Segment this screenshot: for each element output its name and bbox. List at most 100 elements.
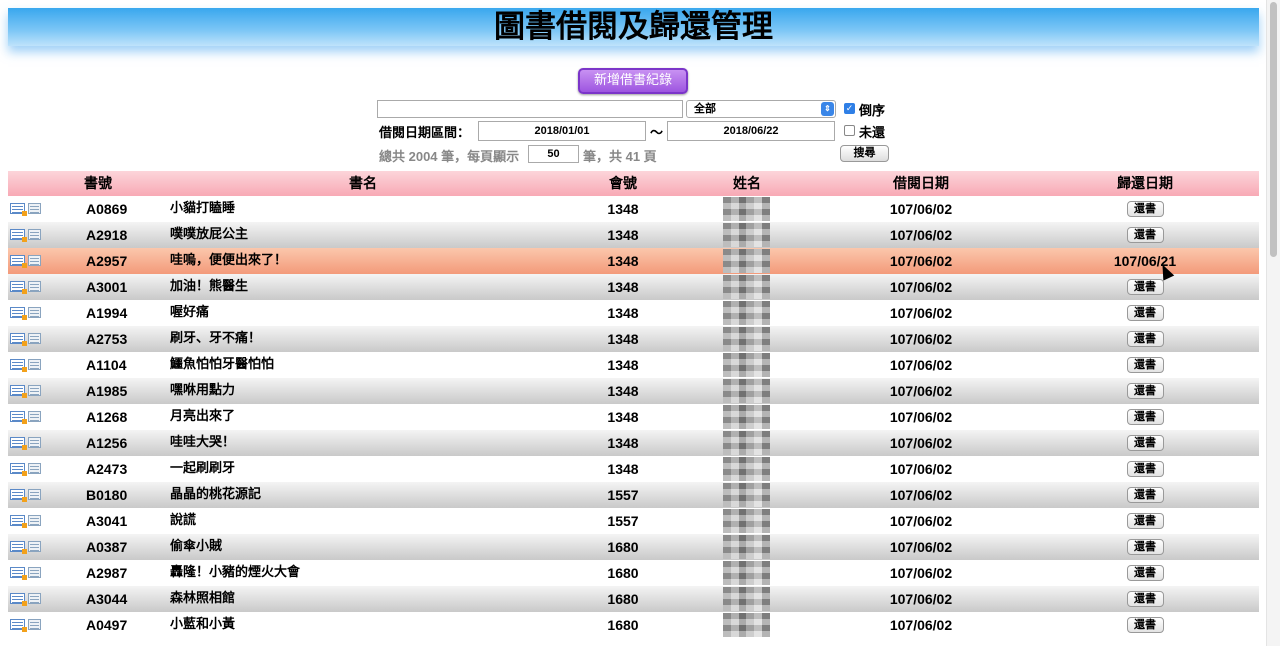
edit-record-icon[interactable] <box>10 515 27 528</box>
detail-table-icon[interactable] <box>28 515 41 526</box>
reverse-order-checkbox[interactable]: ✓ <box>844 103 855 114</box>
edit-record-icon[interactable] <box>10 255 27 268</box>
header-name[interactable]: 姓名 <box>708 171 786 196</box>
table-row: A3041 說謊 1557 107/06/02 還書 <box>8 508 1259 534</box>
detail-table-icon[interactable] <box>28 567 41 578</box>
detail-table-icon[interactable] <box>28 385 41 396</box>
member-id-cell: 1557 <box>607 487 639 503</box>
detail-table-icon[interactable] <box>28 281 41 292</box>
edit-record-icon[interactable] <box>10 463 27 476</box>
return-book-button[interactable]: 還書 <box>1126 331 1164 347</box>
book-id-cell: B0180 <box>86 487 128 503</box>
detail-table-icon[interactable] <box>28 307 41 318</box>
detail-table-icon[interactable] <box>28 203 41 214</box>
edit-record-icon[interactable] <box>10 359 27 372</box>
edit-record-icon[interactable] <box>10 489 27 502</box>
detail-table-icon[interactable] <box>28 593 41 604</box>
scrollbar-thumb[interactable] <box>1270 2 1277 257</box>
return-book-button[interactable]: 還書 <box>1126 487 1164 503</box>
borrow-date-cell: 107/06/02 <box>889 591 953 607</box>
edit-record-icon[interactable] <box>10 437 27 450</box>
edit-record-icon[interactable] <box>10 411 27 424</box>
header-member-id[interactable]: 會號 <box>593 171 653 196</box>
return-book-button[interactable]: 還書 <box>1126 617 1164 633</box>
table-row: A1985 嘿咻用點力 1348 107/06/02 還書 <box>8 378 1259 404</box>
search-button[interactable]: 搜尋 <box>840 145 889 162</box>
vertical-scrollbar[interactable] <box>1266 0 1280 646</box>
book-name-cell: 刷牙、牙不痛！ <box>170 331 262 346</box>
book-name-cell: 晶晶的桃花源記 <box>170 487 262 502</box>
detail-table-icon[interactable] <box>28 255 41 266</box>
edit-record-icon[interactable] <box>10 333 27 346</box>
date-to-input[interactable]: 2018/06/22 <box>667 121 835 141</box>
detail-table-icon[interactable] <box>28 463 41 474</box>
keyword-input[interactable] <box>377 100 683 118</box>
unreturned-checkbox[interactable] <box>844 125 855 136</box>
return-date-cell: 107/06/21 <box>1085 248 1205 274</box>
detail-table-icon[interactable] <box>28 489 41 500</box>
return-book-button[interactable]: 還書 <box>1126 279 1164 295</box>
return-book-button[interactable]: 還書 <box>1126 409 1164 425</box>
row-icons <box>10 255 42 268</box>
row-icons <box>10 515 42 528</box>
edit-record-icon[interactable] <box>10 229 27 242</box>
detail-table-icon[interactable] <box>28 229 41 240</box>
borrow-date-cell: 107/06/02 <box>889 279 953 295</box>
add-borrow-record-button[interactable]: 新增借書紀錄 <box>578 68 688 94</box>
borrow-date-cell: 107/06/02 <box>889 305 953 321</box>
return-book-button[interactable]: 還書 <box>1126 591 1164 607</box>
detail-table-icon[interactable] <box>28 333 41 344</box>
return-book-button[interactable]: 還書 <box>1126 201 1164 217</box>
category-select[interactable]: 全部 ⇕ <box>686 100 836 118</box>
member-id-cell: 1348 <box>607 227 639 243</box>
return-book-button[interactable]: 還書 <box>1126 305 1164 321</box>
return-book-button[interactable]: 還書 <box>1126 435 1164 451</box>
detail-table-icon[interactable] <box>28 411 41 422</box>
edit-record-icon[interactable] <box>10 385 27 398</box>
detail-table-icon[interactable] <box>28 359 41 370</box>
borrower-name-blurred <box>723 535 770 559</box>
detail-table-icon[interactable] <box>28 437 41 448</box>
date-from-input[interactable]: 2018/01/01 <box>478 121 646 141</box>
edit-record-icon[interactable] <box>10 203 27 216</box>
edit-record-icon[interactable] <box>10 281 27 294</box>
member-id-cell: 1348 <box>607 409 639 425</box>
book-name-cell: 噗噗放屁公主 <box>170 227 249 242</box>
return-book-button[interactable]: 還書 <box>1126 357 1164 373</box>
per-page-input[interactable]: 50 <box>528 145 579 163</box>
book-id-cell: A1985 <box>86 383 128 399</box>
header-book-id[interactable]: 書號 <box>68 171 128 196</box>
return-date-cell: 還書 <box>1085 612 1205 638</box>
table-row: B0180 晶晶的桃花源記 1557 107/06/02 還書 <box>8 482 1259 508</box>
edit-record-icon[interactable] <box>10 593 27 606</box>
detail-table-icon[interactable] <box>28 541 41 552</box>
return-book-button[interactable]: 還書 <box>1126 383 1164 399</box>
return-book-button[interactable]: 還書 <box>1126 539 1164 555</box>
row-icons <box>10 307 42 320</box>
borrow-date-cell: 107/06/02 <box>889 357 953 373</box>
header-book-name[interactable]: 書名 <box>308 171 418 196</box>
unreturned-label: 未還 <box>859 125 886 140</box>
return-book-button[interactable]: 還書 <box>1126 565 1164 581</box>
book-id-cell: A3001 <box>86 279 128 295</box>
header-borrow-date[interactable]: 借閱日期 <box>861 171 981 196</box>
return-book-button[interactable]: 還書 <box>1126 513 1164 529</box>
book-id-cell: A1104 <box>86 357 127 373</box>
edit-record-icon[interactable] <box>10 541 27 554</box>
summary-suffix: 筆，共 41 頁 <box>583 149 657 164</box>
row-icons <box>10 489 42 502</box>
header-return-date[interactable]: 歸還日期 <box>1085 171 1205 196</box>
table-row: A2473 一起刷刷牙 1348 107/06/02 還書 <box>8 456 1259 482</box>
return-book-button[interactable]: 還書 <box>1126 461 1164 477</box>
edit-record-icon[interactable] <box>10 307 27 320</box>
edit-record-icon[interactable] <box>10 567 27 580</box>
return-book-button[interactable]: 還書 <box>1126 227 1164 243</box>
edit-record-icon[interactable] <box>10 619 27 632</box>
date-range-label: 借閱日期區間： <box>379 125 471 140</box>
borrow-date-cell: 107/06/02 <box>889 565 953 581</box>
detail-table-icon[interactable] <box>28 619 41 630</box>
borrower-name-blurred <box>723 275 770 299</box>
borrower-name-blurred <box>723 509 770 533</box>
borrow-date-cell: 107/06/02 <box>889 435 953 451</box>
table-row: A2753 刷牙、牙不痛！ 1348 107/06/02 還書 <box>8 326 1259 352</box>
